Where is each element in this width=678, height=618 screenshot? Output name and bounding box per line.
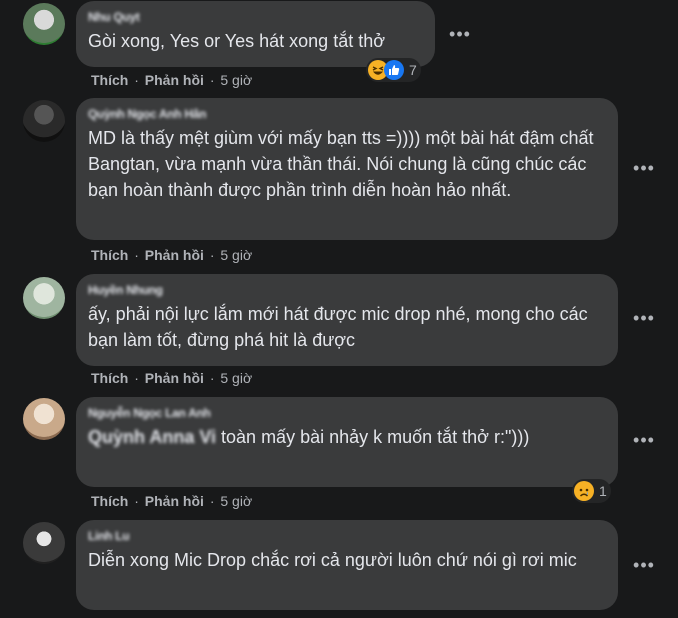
reaction-count: 7 <box>409 62 417 78</box>
comment-body: toàn mấy bài nhảy k muốn tắt thở r:"))) <box>221 427 530 447</box>
comment-text: MD là thấy mệt giùm với mấy bạn tts =)))… <box>88 128 594 200</box>
separator: · <box>134 247 139 263</box>
comment-text: Diễn xong Mic Drop chắc rơi cả người luô… <box>88 550 577 570</box>
sad-icon <box>574 481 594 501</box>
separator: · <box>209 247 215 263</box>
reaction-summary[interactable]: 7 <box>366 58 421 82</box>
comment-actions: Thích · Phản hồi · 5 giờ <box>91 247 252 263</box>
like-button[interactable]: Thích <box>91 247 128 263</box>
separator: · <box>209 72 215 88</box>
reply-button[interactable]: Phản hồi <box>145 370 204 386</box>
separator: · <box>209 493 215 509</box>
comment-time[interactable]: 5 giờ <box>220 493 252 509</box>
like-icon <box>384 60 404 80</box>
comment-author[interactable]: Linh Lu <box>88 528 130 544</box>
reaction-summary[interactable]: 1 <box>572 479 611 503</box>
avatar[interactable] <box>23 398 65 440</box>
comment-author[interactable]: Quỳnh Ngọc Anh Hân <box>88 106 206 122</box>
comment-actions: Thích · Phản hồi · 5 giờ <box>91 493 252 509</box>
comment-author[interactable]: Nguyễn Ngọc Lan Anh <box>88 405 211 421</box>
more-options-icon[interactable]: ••• <box>632 555 656 575</box>
comment-bubble: Huyền Nhung ấy, phải nội lực lắm mới hát… <box>76 274 618 366</box>
separator: · <box>209 370 215 386</box>
separator: · <box>134 370 139 386</box>
reply-button[interactable]: Phản hồi <box>145 247 204 263</box>
comment-text: Quỳnh Anna Vi toàn mấy bài nhảy k muốn t… <box>88 424 606 450</box>
more-options-icon[interactable]: ••• <box>632 308 656 328</box>
comment-bubble: Quỳnh Ngọc Anh Hân MD là thấy mệt giùm v… <box>76 98 618 240</box>
more-options-icon[interactable]: ••• <box>448 24 472 44</box>
comment-time[interactable]: 5 giờ <box>220 247 252 263</box>
comment-actions: Thích · Phản hồi · 5 giờ <box>91 72 252 88</box>
avatar[interactable] <box>23 277 65 319</box>
comment-author[interactable]: Nhu Quyt <box>88 9 140 25</box>
comment-time[interactable]: 5 giờ <box>220 72 252 88</box>
comment-author[interactable]: Huyền Nhung <box>88 282 163 298</box>
comment-actions: Thích · Phản hồi · 5 giờ <box>91 370 252 386</box>
more-options-icon[interactable]: ••• <box>632 430 656 450</box>
avatar[interactable] <box>23 100 65 142</box>
separator: · <box>134 493 139 509</box>
more-options-icon[interactable]: ••• <box>632 158 656 178</box>
like-button[interactable]: Thích <box>91 370 128 386</box>
like-button[interactable]: Thích <box>91 493 128 509</box>
reply-button[interactable]: Phản hồi <box>145 72 204 88</box>
comment-bubble: Nguyễn Ngọc Lan Anh Quỳnh Anna Vi toàn m… <box>76 397 618 487</box>
comment-bubble: Linh Lu Diễn xong Mic Drop chắc rơi cả n… <box>76 520 618 610</box>
reaction-count: 1 <box>599 483 607 499</box>
comment-text: Gòi xong, Yes or Yes hát xong tắt thở <box>88 31 386 51</box>
avatar[interactable] <box>23 522 65 564</box>
avatar[interactable] <box>23 3 65 45</box>
separator: · <box>134 72 139 88</box>
mention-link[interactable]: Quỳnh Anna Vi <box>88 427 216 447</box>
like-button[interactable]: Thích <box>91 72 128 88</box>
reply-button[interactable]: Phản hồi <box>145 493 204 509</box>
comment-time[interactable]: 5 giờ <box>220 370 252 386</box>
comment-text: ấy, phải nội lực lắm mới hát được mic dr… <box>88 304 588 350</box>
